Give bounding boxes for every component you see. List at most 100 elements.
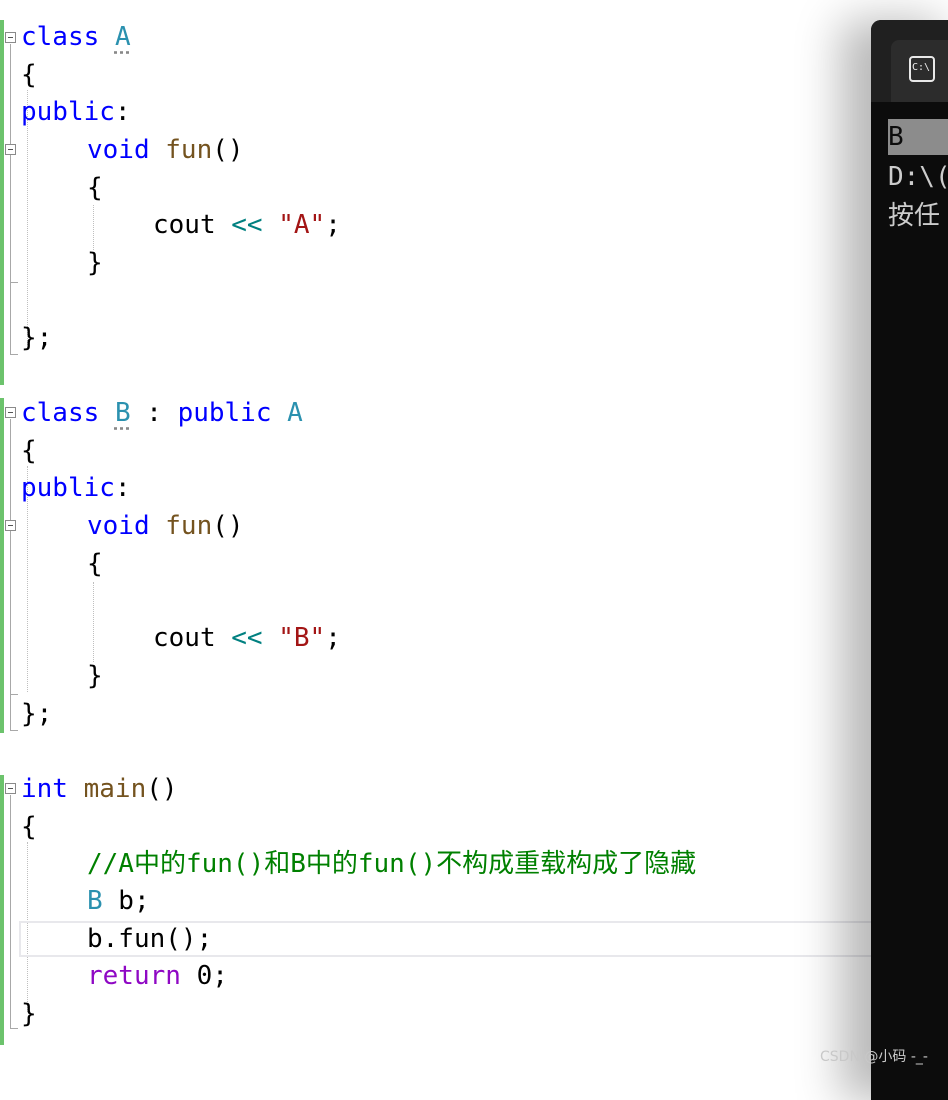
terminal-icon: C:\ (909, 56, 935, 82)
punct: () (146, 774, 178, 804)
console-window[interactable]: C:\ B D:\( 按任 (871, 20, 948, 1100)
class-name[interactable]: A (115, 22, 131, 52)
code-line[interactable]: public: (21, 469, 131, 507)
code-line[interactable]: }; (21, 319, 52, 357)
code-line[interactable]: { (21, 56, 37, 94)
brace: }; (21, 323, 53, 353)
code-line[interactable]: class B : public A (21, 394, 303, 432)
keyword: public (177, 398, 272, 428)
brace: { (21, 812, 37, 842)
code-line[interactable]: void fun() (87, 507, 244, 545)
keyword: class (21, 398, 100, 428)
brace: { (21, 436, 37, 466)
code-line[interactable]: public: (21, 93, 131, 131)
identifier: b.fun(); (87, 924, 213, 954)
punct: ; (325, 210, 341, 240)
comment: //A中的fun()和B中的fun()不构成重载构成了隐藏 (87, 849, 697, 879)
keyword: class (21, 22, 100, 52)
punct: () (212, 511, 244, 541)
keyword: void (87, 511, 150, 541)
console-output-line: D:\( (888, 162, 948, 192)
punct: () (212, 135, 244, 165)
string-literal: "B" (278, 623, 326, 653)
code-line[interactable]: //A中的fun()和B中的fun()不构成重载构成了隐藏 (87, 845, 696, 883)
watermark: CSDN @小码 -_- (820, 1049, 928, 1065)
keyword: public (21, 473, 115, 503)
code-line[interactable]: void fun() (87, 131, 244, 169)
terminal-icon-text: C:\ (912, 62, 931, 73)
code-line[interactable]: } (21, 995, 37, 1033)
keyword: int (21, 774, 68, 804)
console-tab[interactable]: C:\ (891, 40, 948, 102)
collapse-icon[interactable] (5, 783, 16, 794)
outline-end (10, 1028, 18, 1029)
function-name[interactable]: fun (165, 511, 212, 541)
class-name[interactable]: B (87, 886, 103, 916)
punct: : (130, 398, 178, 428)
collapse-icon[interactable] (5, 144, 16, 155)
outline-line (10, 44, 11, 354)
outline-end (10, 730, 18, 731)
punct: : (114, 473, 131, 503)
class-name[interactable]: A (287, 398, 303, 428)
identifier: b; (102, 886, 150, 916)
identifier: cout (153, 623, 216, 653)
outline-end (10, 694, 18, 695)
brace: { (87, 173, 103, 203)
console-output-line: 按任 (888, 201, 941, 231)
code-line[interactable]: B b; (87, 882, 150, 920)
code-line[interactable]: { (87, 169, 103, 207)
console-titlebar[interactable]: C:\ (871, 20, 948, 102)
code-line[interactable]: } (87, 657, 103, 695)
operator: << (231, 210, 263, 240)
brace: }; (21, 699, 53, 729)
code-line[interactable]: cout << "B"; (153, 619, 341, 657)
keyword: return (87, 961, 181, 991)
code-line[interactable]: { (21, 808, 37, 846)
code-line[interactable]: return 0; (87, 957, 228, 995)
keyword: void (87, 135, 150, 165)
class-name[interactable]: B (115, 398, 131, 428)
code-line[interactable]: class A (21, 18, 131, 56)
function-name[interactable]: main (84, 774, 147, 804)
collapse-icon[interactable] (5, 520, 16, 531)
code-line[interactable]: b.fun(); (87, 920, 212, 958)
brace: } (21, 999, 37, 1029)
code-line[interactable]: { (87, 545, 103, 583)
brace: { (21, 60, 37, 90)
indent-guide (93, 582, 94, 662)
function-name[interactable]: fun (165, 135, 212, 165)
keyword: public (21, 97, 115, 127)
collapse-icon[interactable] (5, 32, 16, 43)
outline-line (10, 419, 11, 730)
outline-end (10, 282, 18, 283)
outline-end (10, 354, 18, 355)
identifier: 0; (180, 961, 228, 991)
change-bar (0, 20, 4, 385)
string-literal: "A" (278, 210, 326, 240)
code-line[interactable]: { (21, 432, 37, 470)
operator: << (231, 623, 263, 653)
brace: } (87, 248, 103, 278)
code-editor[interactable]: class A { public: void fun() { cout << "… (0, 0, 948, 1074)
code-line[interactable]: } (87, 244, 103, 282)
punct: ; (325, 623, 341, 653)
code-line[interactable]: int main() (21, 770, 178, 808)
collapse-icon[interactable] (5, 407, 16, 418)
console-output-line: B (888, 119, 948, 155)
punct: : (114, 97, 131, 127)
change-bar (0, 775, 4, 1045)
brace: } (87, 661, 103, 691)
code-line[interactable]: cout << "A"; (153, 206, 341, 244)
code-line[interactable]: }; (21, 695, 52, 733)
